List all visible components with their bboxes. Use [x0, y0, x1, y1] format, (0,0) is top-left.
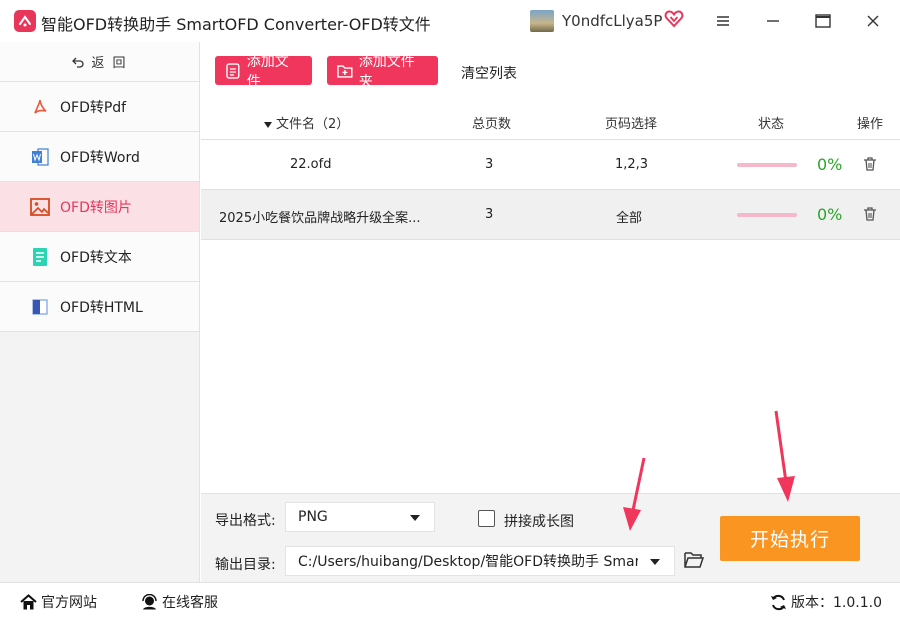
toolbar: 添加文件 添加文件夹 清空列表: [201, 42, 900, 100]
page-range[interactable]: 1,2,3: [615, 157, 648, 172]
home-icon: [20, 593, 37, 609]
table-header: 文件名（2） 总页数 页码选择 状态 操作: [201, 100, 900, 140]
progress-percent: 0%: [817, 205, 843, 224]
app-logo-icon: [14, 10, 36, 32]
window-title: 智能OFD转换助手 SmartOFD Converter-OFD转文件: [41, 15, 431, 34]
output-settings: 导出格式: PNG 拼接成长图 输出目录: C:/Users/huibang/D…: [201, 493, 900, 582]
add-folder-icon: [337, 64, 353, 78]
column-header-name[interactable]: 文件名（2）: [264, 113, 349, 132]
sidebar-item-label: OFD转图片: [60, 199, 132, 216]
headset-icon: [142, 593, 157, 609]
chevron-down-icon: [650, 559, 660, 565]
format-select[interactable]: PNG: [285, 502, 435, 532]
version-label: 版本：1.0.1.0: [791, 595, 882, 611]
online-support-link[interactable]: 在线客服: [141, 592, 218, 612]
menu-icon[interactable]: [710, 8, 736, 34]
refresh-icon: [771, 594, 786, 610]
avatar[interactable]: [530, 10, 554, 32]
output-dir-value: C:/Users/huibang/Desktop/智能OFD转换助手 Smart: [298, 554, 638, 570]
start-button[interactable]: 开始执行: [720, 516, 860, 561]
column-header-action: 操作: [857, 117, 884, 132]
online-support-label: 在线客服: [162, 595, 218, 611]
progress-bar: [737, 163, 797, 167]
add-file-label: 添加文件: [246, 53, 289, 90]
annotation-arrow-icon: [774, 410, 795, 502]
maximize-icon[interactable]: [810, 8, 836, 34]
title-bar: 智能OFD转换助手 SmartOFD Converter-OFD转文件 Y0nd…: [0, 0, 900, 42]
folder-open-icon[interactable]: [684, 551, 704, 569]
sidebar-item-ofd-to-word[interactable]: OFD转Word: [0, 132, 199, 182]
annotation-arrow-icon: [623, 457, 646, 531]
sidebar-item-ofd-to-pdf[interactable]: OFD转Pdf: [0, 82, 199, 132]
sidebar-item-label: OFD转文本: [60, 249, 132, 266]
table-row[interactable]: 22.ofd 3 1,2,3 0%: [201, 140, 900, 190]
official-website-label: 官方网站: [41, 595, 97, 611]
output-dir-select[interactable]: C:/Users/huibang/Desktop/智能OFD转换助手 Smart: [285, 546, 675, 576]
official-website-link[interactable]: 官方网站: [20, 592, 97, 612]
user-name[interactable]: Y0ndfcLlya5P: [562, 12, 662, 30]
image-icon: [30, 197, 50, 217]
column-header-name-label: 文件名（2）: [276, 117, 350, 132]
sidebar-item-label: OFD转HTML: [60, 299, 143, 316]
stitch-checkbox[interactable]: [478, 510, 495, 527]
sidebar-item-ofd-to-image[interactable]: OFD转图片: [0, 182, 199, 232]
back-arrow-icon: [72, 57, 84, 68]
sort-down-icon: [264, 121, 272, 128]
pdf-icon: [30, 97, 50, 117]
minimize-icon[interactable]: [760, 8, 786, 34]
add-folder-button[interactable]: 添加文件夹: [327, 54, 438, 90]
delete-icon[interactable]: [862, 206, 878, 222]
add-folder-label: 添加文件夹: [358, 53, 415, 90]
version-info[interactable]: 版本：1.0.1.0: [770, 592, 882, 612]
status-bar: 官方网站 在线客服 版本：1.0.1.0: [0, 582, 900, 617]
chevron-down-icon: [410, 515, 420, 521]
clear-list-button[interactable]: 清空列表: [461, 63, 517, 83]
column-header-status: 状态: [758, 117, 785, 132]
format-value: PNG: [298, 509, 328, 525]
sidebar-item-label: OFD转Pdf: [60, 99, 127, 116]
progress-bar: [737, 213, 797, 217]
html-icon: [30, 297, 50, 317]
close-icon[interactable]: [860, 8, 886, 34]
sidebar-item-label: OFD转Word: [60, 149, 140, 166]
format-label: 导出格式:: [215, 513, 276, 529]
text-icon: [30, 247, 50, 267]
progress-percent: 0%: [817, 155, 843, 174]
back-button[interactable]: 返 回: [0, 42, 199, 82]
output-dir-label: 输出目录:: [215, 557, 276, 573]
column-header-range: 页码选择: [605, 117, 658, 132]
sidebar-item-ofd-to-html[interactable]: OFD转HTML: [0, 282, 199, 332]
sidebar-item-ofd-to-text[interactable]: OFD转文本: [0, 232, 199, 282]
column-header-pages: 总页数: [472, 117, 512, 132]
back-label: 返 回: [91, 56, 128, 71]
add-file-button[interactable]: 添加文件: [215, 54, 312, 90]
vip-heart-icon[interactable]: [664, 9, 684, 29]
page-range[interactable]: 全部: [616, 207, 642, 226]
add-file-icon: [226, 62, 240, 79]
stitch-label[interactable]: 拼接成长图: [504, 511, 574, 531]
file-name: 22.ofd: [290, 157, 332, 172]
file-name: 2025小吃餐饮品牌战略升级全案...: [219, 211, 421, 226]
page-count: 3: [485, 157, 494, 172]
table-row[interactable]: 2025小吃餐饮品牌战略升级全案... 3 全部 0%: [201, 190, 900, 240]
delete-icon[interactable]: [862, 156, 878, 172]
word-icon: [30, 147, 50, 167]
sidebar: 返 回 OFD转Pdf OFD转Word OFD转图片 OFD转文本 OFD转H…: [0, 42, 200, 582]
page-count: 3: [485, 207, 494, 222]
